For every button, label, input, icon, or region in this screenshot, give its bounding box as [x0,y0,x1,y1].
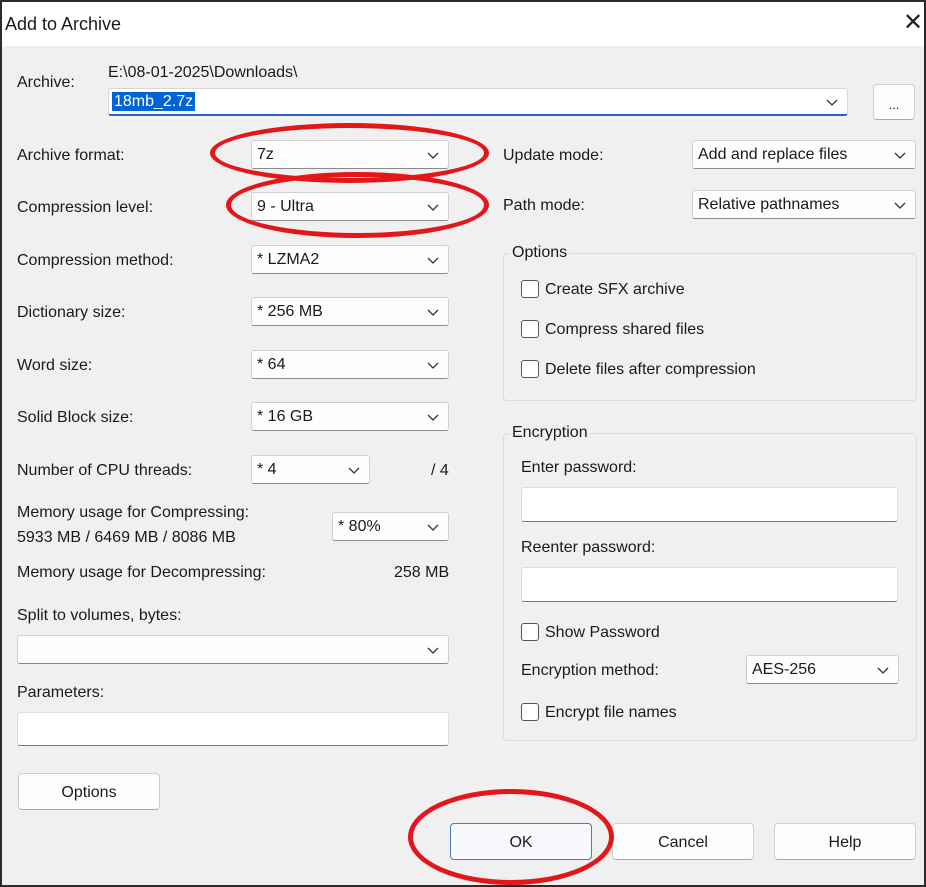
close-icon[interactable]: ✕ [900,10,926,36]
compression-level-value: 9 - Ultra [257,197,314,215]
solid-block-size-label: Solid Block size: [17,409,134,426]
compression-level-label: Compression level: [17,199,154,216]
cancel-button[interactable]: Cancel [612,823,754,860]
help-button[interactable]: Help [774,823,916,860]
chevron-down-icon [427,152,439,159]
ok-button[interactable]: OK [450,823,592,860]
update-mode-value: Add and replace files [698,145,848,163]
compression-level-select[interactable]: 9 - Ultra [251,192,449,221]
archive-format-label: Archive format: [17,147,125,164]
cpu-threads-label: Number of CPU threads: [17,462,193,479]
word-size-label: Word size: [17,357,93,374]
word-size-select[interactable]: * 64 [251,350,449,379]
chevron-down-icon[interactable] [825,95,839,109]
memory-compress-detail: 5933 MB / 6469 MB / 8086 MB [17,529,236,546]
compression-method-select[interactable]: * LZMA2 [251,245,449,274]
archive-format-select[interactable]: 7z [251,140,449,169]
encryption-method-label: Encryption method: [521,662,659,679]
update-mode-label: Update mode: [503,147,604,164]
parameters-label: Parameters: [17,684,105,701]
create-sfx-label[interactable]: Create SFX archive [545,281,685,299]
window-title: Add to Archive [5,14,122,34]
memory-decompress-label: Memory usage for Decompressing: [17,564,266,581]
title-bar: Add to Archive ✕ [2,2,924,46]
enter-password-input[interactable] [521,487,898,522]
chevron-down-icon [427,362,439,369]
chevron-down-icon [894,202,906,209]
compress-shared-label[interactable]: Compress shared files [545,321,704,339]
compression-method-label: Compression method: [17,252,174,269]
memory-compress-value: * 80% [338,517,381,535]
show-password-label[interactable]: Show Password [545,624,660,642]
solid-block-size-select[interactable]: * 16 GB [251,402,449,431]
create-sfx-checkbox[interactable] [521,280,539,298]
chevron-down-icon [427,204,439,211]
chevron-down-icon [427,257,439,264]
options-group-title: Options [510,244,570,262]
split-volumes-label: Split to volumes, bytes: [17,607,182,624]
memory-compress-select[interactable]: * 80% [332,512,449,541]
chevron-down-icon [877,667,889,674]
path-mode-select[interactable]: Relative pathnames [692,190,916,219]
parameters-input[interactable] [17,712,449,746]
chevron-down-icon [348,467,360,474]
dictionary-size-value: * 256 MB [257,302,323,320]
dictionary-size-select[interactable]: * 256 MB [251,297,449,326]
chevron-down-icon [427,524,439,531]
delete-after-label[interactable]: Delete files after compression [545,361,756,379]
dictionary-size-label: Dictionary size: [17,304,126,321]
path-mode-label: Path mode: [503,197,585,214]
cpu-threads-value: * 4 [257,460,277,478]
chevron-down-icon [427,309,439,316]
enter-password-label: Enter password: [521,459,637,476]
archive-name-selection: 18mb_2.7z [112,92,196,111]
show-password-checkbox[interactable] [521,623,539,641]
options-button[interactable]: Options [18,773,160,810]
delete-after-checkbox[interactable] [521,360,539,378]
chevron-down-icon [427,414,439,421]
chevron-down-icon [894,152,906,159]
update-mode-select[interactable]: Add and replace files [692,140,916,169]
chevron-down-icon [427,647,439,654]
archive-path: E:\08-01-2025\Downloads\ [108,64,298,81]
cpu-threads-max: / 4 [431,462,449,479]
compression-method-value: * LZMA2 [257,250,320,268]
archive-label: Archive: [17,74,75,91]
reenter-password-input[interactable] [521,567,898,602]
compress-shared-checkbox[interactable] [521,320,539,338]
encrypt-names-checkbox[interactable] [521,703,539,721]
memory-decompress-value: 258 MB [394,564,450,581]
word-size-value: * 64 [257,355,286,373]
split-volumes-select[interactable] [17,635,449,664]
dialog-window: Add to Archive ✕ Archive: E:\08-01-2025\… [0,0,926,887]
archive-name-input[interactable]: 18mb_2.7z [108,88,848,116]
encryption-method-value: AES-256 [752,660,817,678]
encryption-group-title: Encryption [510,424,590,442]
reenter-password-label: Reenter password: [521,539,656,556]
memory-compress-label: Memory usage for Compressing: [17,504,250,521]
solid-block-size-value: * 16 GB [257,407,314,425]
encrypt-names-label[interactable]: Encrypt file names [545,704,677,722]
browse-button[interactable]: ... [873,84,915,120]
encryption-method-select[interactable]: AES-256 [746,655,899,684]
archive-format-value: 7z [257,145,274,163]
path-mode-value: Relative pathnames [698,195,840,213]
cpu-threads-select[interactable]: * 4 [251,455,370,484]
